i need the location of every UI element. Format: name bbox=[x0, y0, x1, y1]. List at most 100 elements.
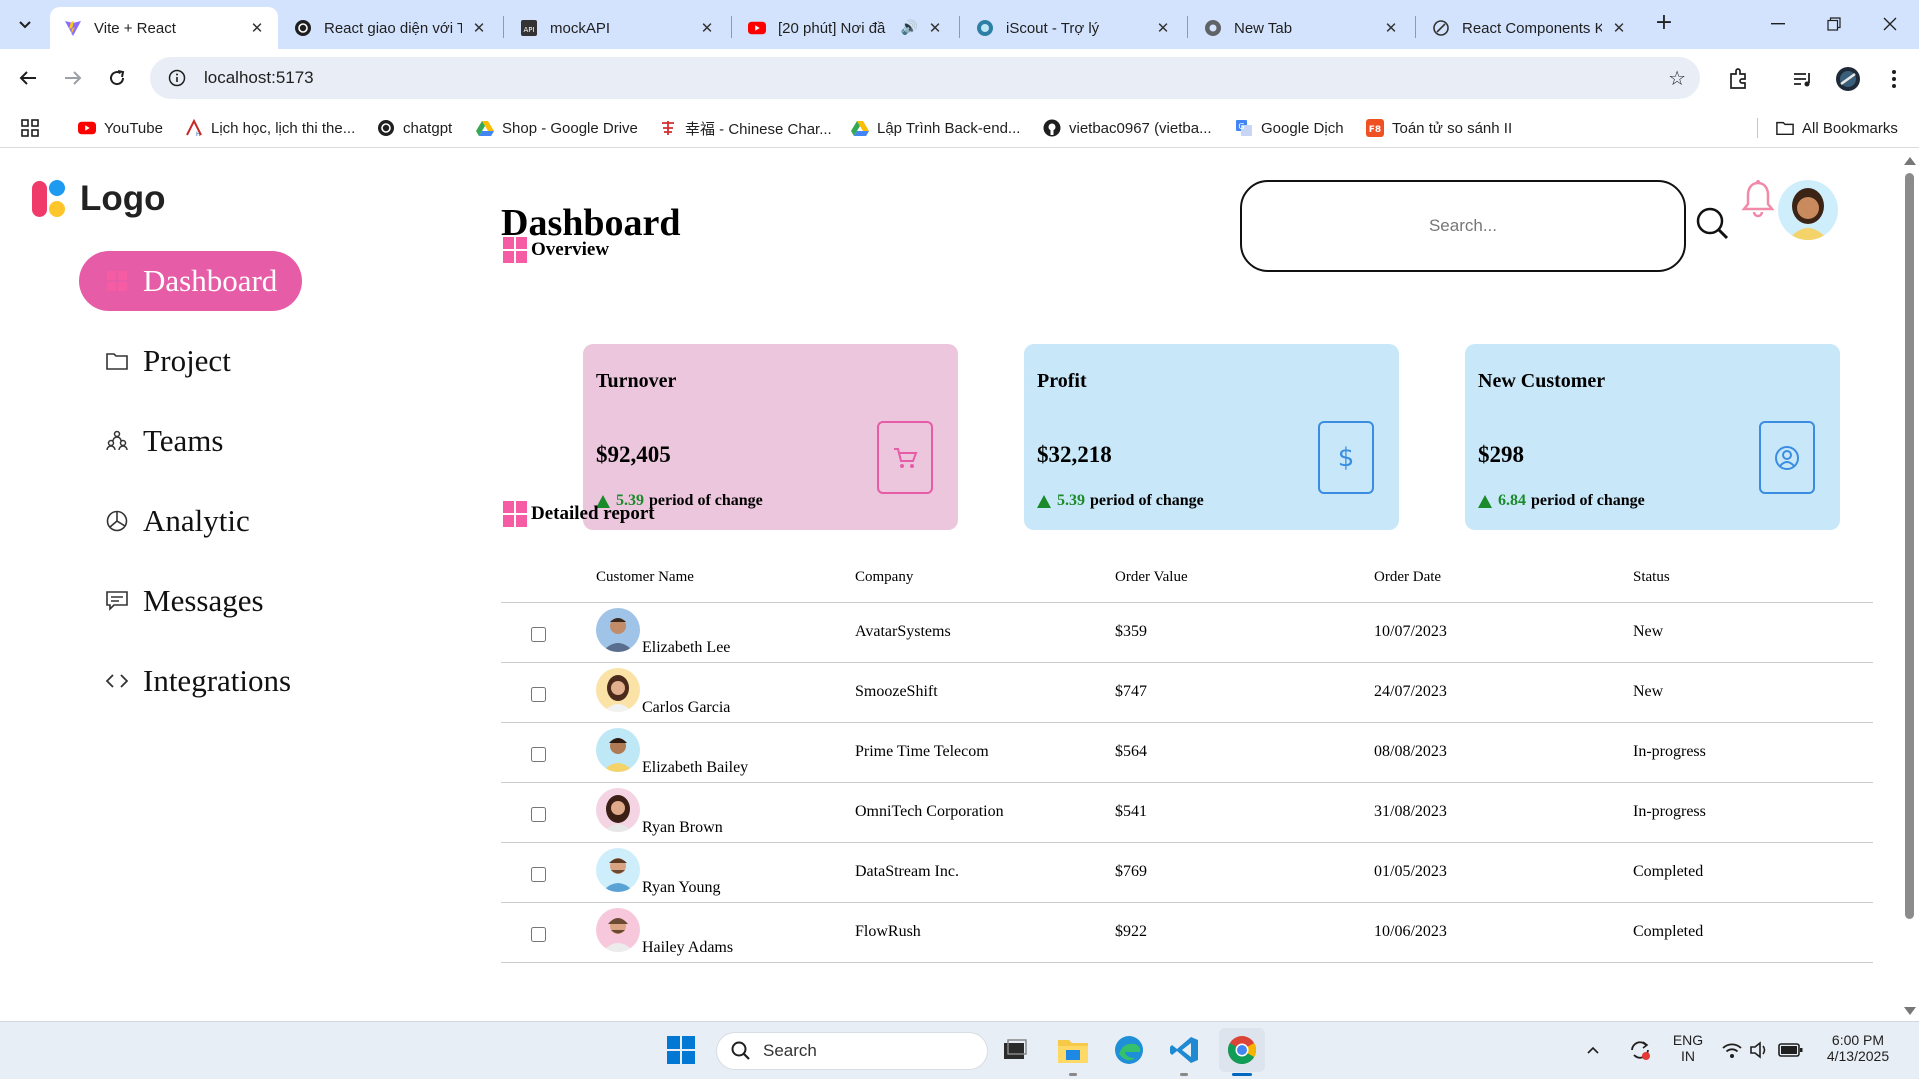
order-date-cell: 31/08/2023 bbox=[1374, 803, 1447, 820]
search-input[interactable] bbox=[1313, 216, 1613, 236]
browser-tab-iscout[interactable]: iScout - Trợ lý ✕ bbox=[962, 7, 1184, 49]
close-icon[interactable]: ✕ bbox=[698, 19, 716, 37]
taskbar-search[interactable]: Search bbox=[716, 1032, 988, 1070]
restore-button[interactable] bbox=[1814, 8, 1854, 40]
vscode-icon[interactable] bbox=[1164, 1030, 1204, 1070]
file-explorer-icon[interactable] bbox=[1053, 1030, 1093, 1070]
close-icon[interactable]: ✕ bbox=[470, 19, 488, 37]
user-avatar[interactable] bbox=[1778, 180, 1838, 240]
back-button[interactable] bbox=[11, 61, 45, 95]
wifi-icon[interactable] bbox=[1716, 1030, 1748, 1070]
bookmark-lich-hoc[interactable]: H Lịch học, lịch thi the... bbox=[185, 116, 355, 140]
sidebar-item-project[interactable]: Project bbox=[105, 331, 231, 391]
close-icon[interactable]: ✕ bbox=[248, 19, 266, 37]
search-icon[interactable] bbox=[1695, 206, 1731, 242]
edge-icon[interactable] bbox=[1109, 1030, 1149, 1070]
grid-icon bbox=[503, 237, 527, 263]
all-bookmarks-button[interactable]: All Bookmarks bbox=[1776, 116, 1898, 140]
browser-tab-new-tab[interactable]: New Tab ✕ bbox=[1190, 7, 1412, 49]
bookmark-google-dich[interactable]: G Google Dịch bbox=[1235, 116, 1344, 140]
browser-tab-mockapi[interactable]: API mockAPI ✕ bbox=[506, 7, 728, 49]
clock[interactable]: 6:00 PM 4/13/2025 bbox=[1810, 1032, 1906, 1064]
battery-icon[interactable] bbox=[1776, 1030, 1806, 1070]
row-checkbox[interactable] bbox=[531, 747, 546, 762]
column-header[interactable]: Order Value bbox=[1115, 569, 1188, 586]
table-row[interactable]: Ryan Brown OmniTech Corporation $541 31/… bbox=[501, 783, 1873, 843]
site-info-icon[interactable] bbox=[156, 69, 198, 87]
clock-date: 4/13/2025 bbox=[1826, 1048, 1890, 1064]
column-header[interactable]: Customer Name bbox=[596, 569, 694, 586]
row-checkbox[interactable] bbox=[531, 687, 546, 702]
scroll-thumb[interactable] bbox=[1905, 173, 1914, 919]
sidebar-item-dashboard[interactable]: Dashboard bbox=[79, 251, 302, 311]
browser-tab-youtube[interactable]: [20 phút] Nơi đầ 🔊 ✕ bbox=[734, 7, 956, 49]
sidebar-item-teams[interactable]: Teams bbox=[105, 411, 223, 471]
table-row[interactable]: Ryan Young DataStream Inc. $769 01/05/20… bbox=[501, 843, 1873, 903]
apps-grid-icon[interactable] bbox=[20, 116, 40, 140]
windows-start-icon[interactable] bbox=[661, 1030, 701, 1070]
close-icon[interactable]: ✕ bbox=[1154, 19, 1172, 37]
bookmark-google-drive[interactable]: Shop - Google Drive bbox=[476, 116, 638, 140]
arrow-right-icon bbox=[65, 71, 82, 85]
table-row[interactable]: Hailey Adams FlowRush $922 10/06/2023 Co… bbox=[501, 903, 1873, 963]
bookmark-lap-trinh[interactable]: Lập Trình Back-end... bbox=[851, 116, 1020, 140]
column-header[interactable]: Order Date bbox=[1374, 569, 1441, 586]
bookmark-youtube[interactable]: YouTube bbox=[78, 116, 163, 140]
bookmark-chatgpt[interactable]: chatgpt bbox=[377, 116, 452, 140]
scroll-up-arrow[interactable] bbox=[1904, 157, 1916, 165]
forward-button[interactable] bbox=[56, 61, 90, 95]
table-row[interactable]: Elizabeth Lee AvatarSystems $359 10/07/2… bbox=[501, 603, 1873, 663]
task-view-icon[interactable] bbox=[995, 1030, 1035, 1070]
address-bar[interactable]: localhost:5173 ☆ bbox=[150, 57, 1700, 99]
sidebar-item-analytic[interactable]: Analytic bbox=[105, 491, 250, 551]
minimize-button[interactable] bbox=[1758, 8, 1798, 40]
language-label: ENG bbox=[1672, 1032, 1704, 1048]
order-value-cell: $541 bbox=[1115, 803, 1147, 820]
close-icon[interactable]: ✕ bbox=[926, 19, 944, 37]
page-scrollbar[interactable] bbox=[1900, 149, 1919, 1021]
row-checkbox[interactable] bbox=[531, 627, 546, 642]
chevron-up-icon[interactable] bbox=[1581, 1030, 1605, 1070]
bell-icon[interactable] bbox=[1741, 179, 1775, 219]
new-tab-button[interactable]: + bbox=[1650, 10, 1678, 38]
close-window-button[interactable] bbox=[1870, 8, 1910, 40]
company-cell: DataStream Inc. bbox=[855, 863, 959, 880]
section-title: Detailed report bbox=[531, 503, 655, 524]
browser-tab-react-components[interactable]: React Components K ✕ bbox=[1418, 7, 1640, 49]
row-checkbox[interactable] bbox=[531, 807, 546, 822]
chrome-taskbar-icon[interactable] bbox=[1219, 1028, 1265, 1072]
close-icon[interactable]: ✕ bbox=[1610, 19, 1628, 37]
sync-icon[interactable] bbox=[1622, 1030, 1658, 1070]
search-box[interactable] bbox=[1240, 180, 1686, 272]
sidebar-item-messages[interactable]: Messages bbox=[105, 571, 264, 631]
language-indicator[interactable]: ENG IN bbox=[1668, 1032, 1708, 1064]
tab-search-button[interactable] bbox=[10, 10, 40, 40]
bookmark-star-icon[interactable]: ☆ bbox=[1668, 66, 1686, 90]
row-checkbox[interactable] bbox=[531, 867, 546, 882]
bookmark-label: Google Dịch bbox=[1261, 119, 1344, 137]
bookmark-github[interactable]: vietbac0967 (vietba... bbox=[1043, 116, 1212, 140]
volume-icon[interactable] bbox=[1746, 1030, 1774, 1070]
table-row[interactable]: Carlos Garcia SmoozeShift $747 24/07/202… bbox=[501, 663, 1873, 723]
table-row[interactable]: Elizabeth Bailey Prime Time Telecom $564… bbox=[501, 723, 1873, 783]
profile-avatar[interactable] bbox=[1834, 65, 1862, 93]
browser-tab-vite[interactable]: Vite + React ✕ bbox=[50, 7, 278, 49]
avatar bbox=[596, 848, 640, 892]
scroll-down-arrow[interactable] bbox=[1904, 1007, 1916, 1015]
column-header[interactable]: Company bbox=[855, 569, 913, 586]
more-options-icon[interactable] bbox=[1880, 65, 1908, 93]
column-header[interactable]: Status bbox=[1633, 569, 1670, 586]
speaker-icon[interactable]: 🔊 bbox=[901, 20, 918, 36]
browser-tab-chatgpt[interactable]: React giao diện với T ✕ bbox=[280, 7, 500, 49]
reload-button[interactable] bbox=[100, 61, 134, 95]
card-change: 6.84 period of change bbox=[1478, 492, 1645, 510]
bookmark-f8[interactable]: F8 Toán tử so sánh II bbox=[1366, 116, 1512, 140]
close-icon[interactable]: ✕ bbox=[1382, 19, 1400, 37]
bookmark-chinese-char[interactable]: 幸福 - Chinese Char... bbox=[659, 116, 832, 140]
logo[interactable]: Logo bbox=[32, 179, 166, 219]
extensions-icon[interactable] bbox=[1724, 65, 1752, 93]
media-control-icon[interactable] bbox=[1788, 65, 1816, 93]
sidebar-item-integrations[interactable]: Integrations bbox=[105, 651, 291, 711]
row-checkbox[interactable] bbox=[531, 927, 546, 942]
drive-icon bbox=[476, 119, 494, 137]
